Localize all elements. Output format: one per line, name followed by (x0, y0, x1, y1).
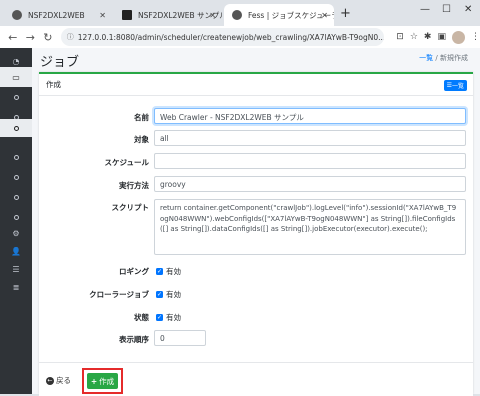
sidebar-item[interactable] (0, 87, 32, 107)
suggest-list-icon[interactable]: ☰ (0, 259, 32, 279)
arrow-left-circle-icon: ← (46, 376, 54, 385)
crawler-job-checkbox[interactable]: ✓ 有効 (156, 289, 181, 300)
circle-icon (13, 174, 19, 180)
maximize-icon[interactable]: ☐ (442, 4, 451, 15)
globe-icon (12, 10, 22, 20)
target-label: 対象 (134, 135, 149, 144)
laptop-icon: ▭ (12, 72, 20, 82)
circle-icon (13, 94, 19, 100)
checkmark-icon: ✓ (156, 314, 163, 321)
browser-tab-2[interactable]: NSF2DXL2WEB サンプル ✕ (114, 4, 222, 26)
schedule-label: スケジュール (104, 158, 149, 167)
card-title: 作成 (46, 80, 61, 89)
method-label: 実行方法 (119, 181, 149, 190)
name-input[interactable]: Web Crawler - NSF2DXL2WEB サンプル (154, 108, 466, 124)
name-label: 名前 (134, 113, 149, 122)
circle-icon (13, 194, 19, 200)
status-label: 状態 (134, 313, 149, 322)
card-footer: ← 戻る + 作成 (39, 362, 473, 396)
create-button-highlight: + 作成 (82, 368, 123, 394)
script-textarea[interactable]: return container.getComponent("crawlJob"… (154, 199, 466, 255)
address-bar[interactable]: ⓘ 127.0.0.1:8080/admin/scheduler/createn… (60, 28, 385, 46)
extensions-icon[interactable]: ✱ (424, 32, 432, 42)
site-favicon-icon (122, 10, 132, 20)
new-tab-button[interactable]: + (340, 6, 351, 21)
sidebar-item-scheduler[interactable] (0, 119, 32, 137)
url-text: 127.0.0.1:8080/admin/scheduler/createnew… (77, 32, 385, 42)
crawler-job-label: クローラージョブ (89, 290, 149, 299)
crawler-gear-icon[interactable]: ⚙ (0, 223, 32, 243)
logging-label: ロギング (119, 267, 149, 276)
sidebar-item[interactable] (0, 167, 32, 187)
circle-icon (13, 214, 19, 220)
close-tab-icon[interactable]: ✕ (99, 11, 106, 20)
window-close-icon[interactable]: ✕ (464, 4, 472, 15)
bookmark-star-icon[interactable]: ☆ (410, 32, 418, 42)
status-checkbox[interactable]: ✓ 有効 (156, 312, 181, 323)
main-content: ジョブ 一覧 / 新規作成 作成 ☰ 一覧 名前 Web Crawler - N… (32, 48, 480, 396)
breadcrumb-list-link[interactable]: 一覧 (419, 54, 433, 62)
breadcrumb: 一覧 / 新規作成 (419, 53, 468, 63)
reload-icon[interactable]: ↻ (43, 31, 53, 44)
browser-tabstrip: NSF2DXL2WEB ✕ NSF2DXL2WEB サンプル ✕ Fess | … (0, 0, 480, 26)
back-arrow-icon[interactable]: ← (8, 31, 18, 44)
browser-toolbar: ← → ↻ ⓘ 127.0.0.1:8080/admin/scheduler/c… (0, 26, 480, 48)
plus-icon: + (90, 376, 98, 386)
card-header: 作成 (39, 74, 473, 96)
translate-icon[interactable]: ⊡ (396, 32, 404, 42)
sidebar-item[interactable] (0, 187, 32, 207)
checkmark-icon: ✓ (156, 268, 163, 275)
target-input[interactable]: all (154, 130, 466, 146)
sidebar-item-system[interactable]: ▭ (0, 67, 32, 87)
checkmark-icon: ✓ (156, 291, 163, 298)
log-list-icon[interactable]: ≣ (0, 277, 32, 297)
order-label: 表示順序 (119, 335, 149, 344)
circle-icon (13, 154, 19, 160)
breadcrumb-current: 新規作成 (440, 54, 468, 62)
browser-tab-1[interactable]: NSF2DXL2WEB ✕ (4, 4, 112, 26)
browser-tab-3-active[interactable]: Fess | ジョブスケジューラ ✕ (224, 4, 334, 26)
sidebar-item[interactable] (0, 147, 32, 167)
user-icon[interactable]: 👤 (0, 241, 32, 261)
close-tab-icon[interactable]: ✕ (209, 11, 216, 20)
sidebar: ◔ ▭ ⚙ 👤 ☰ ≣ (0, 48, 32, 394)
info-icon[interactable]: ⓘ (67, 32, 74, 42)
schedule-input[interactable] (154, 153, 466, 169)
minimize-icon[interactable]: — (420, 4, 430, 15)
menu-kebab-icon[interactable]: ⋮ (471, 32, 480, 42)
page-title: ジョブ (40, 55, 80, 70)
create-button[interactable]: + 作成 (87, 373, 118, 389)
method-input[interactable]: groovy (154, 176, 466, 192)
list-button[interactable]: ☰ 一覧 (443, 80, 467, 91)
sidepanel-icon[interactable]: ▣ (437, 32, 446, 42)
tab-label: NSF2DXL2WEB (28, 10, 85, 20)
order-input[interactable]: 0 (154, 330, 206, 346)
profile-avatar[interactable] (451, 30, 465, 44)
breadcrumb-separator: / (435, 54, 438, 62)
back-button[interactable]: ← 戻る (46, 375, 71, 386)
job-form-card: 作成 ☰ 一覧 名前 Web Crawler - NSF2DXL2WEB サンプ… (39, 72, 473, 396)
close-tab-icon[interactable]: ✕ (321, 11, 328, 20)
logging-checkbox[interactable]: ✓ 有効 (156, 266, 181, 277)
forward-arrow-icon[interactable]: → (26, 31, 36, 44)
circle-icon (13, 125, 19, 131)
script-label: スクリプト (111, 203, 150, 212)
globe-icon (232, 10, 242, 20)
